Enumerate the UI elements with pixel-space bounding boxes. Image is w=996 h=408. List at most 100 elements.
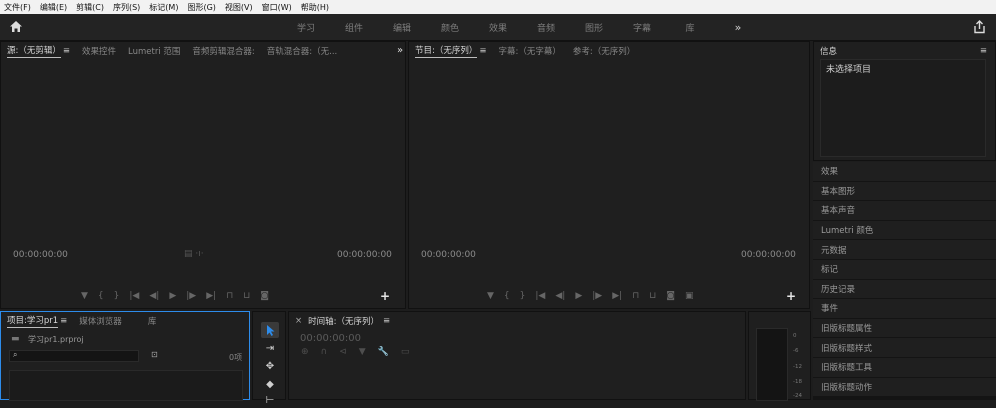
workspace-tab-editing[interactable]: 编辑	[378, 21, 426, 34]
menu-help[interactable]: 帮助(H)	[301, 2, 329, 13]
go-to-out-icon[interactable]: ▶|	[612, 291, 622, 301]
slip-tool-icon[interactable]: ⊢	[261, 392, 279, 408]
tab-reference[interactable]: 参考:（无序列）	[573, 45, 635, 57]
menu-marker[interactable]: 标记(M)	[149, 2, 178, 13]
tab-media-browser[interactable]: 媒体浏览器	[79, 315, 122, 327]
lift-icon[interactable]: ⊓	[632, 291, 639, 301]
info-title[interactable]: 信息	[820, 45, 837, 57]
close-icon[interactable]: ×	[295, 316, 302, 326]
export-frame-icon[interactable]: ◙	[260, 291, 269, 301]
side-panel-legacy-title-styles[interactable]: 旧版标题样式	[813, 338, 996, 358]
tab-program[interactable]: 节目:（无序列）	[415, 44, 478, 58]
tab-audio-track-mixer[interactable]: 音轨混合器:（无...	[267, 45, 337, 57]
menu-file[interactable]: 文件(F)	[4, 2, 31, 13]
mark-in-icon[interactable]: {	[98, 291, 104, 301]
side-panel-lumetri-color[interactable]: Lumetri 颜色	[813, 220, 996, 241]
side-panel-metadata[interactable]: 元数据	[813, 240, 996, 260]
source-more-button[interactable]: »	[397, 45, 403, 56]
workspace-tab-color[interactable]: 颜色	[426, 21, 474, 34]
snap-icon[interactable]: ∩	[321, 347, 328, 357]
menu-sequence[interactable]: 序列(S)	[113, 2, 140, 13]
info-panel: 信息 ≡ 未选择项目	[813, 41, 996, 161]
side-panel-legacy-title-properties[interactable]: 旧版标题属性	[813, 318, 996, 339]
go-to-out-icon[interactable]: ▶|	[206, 291, 216, 301]
tab-project[interactable]: 项目:学习pr1	[7, 314, 59, 328]
panel-menu-icon[interactable]: ≡	[63, 46, 70, 56]
workspace-tab-learn[interactable]: 学习	[282, 21, 330, 34]
project-search-input[interactable]: ⌕	[9, 350, 139, 362]
menu-window[interactable]: 窗口(W)	[262, 2, 292, 13]
tab-libraries[interactable]: 库	[148, 315, 157, 327]
export-frame-icon[interactable]: ◙	[666, 291, 675, 301]
tab-audio-clip-mixer[interactable]: 音频剪辑混合器:	[192, 45, 254, 57]
go-to-in-icon[interactable]: |◀	[535, 291, 545, 301]
tab-captions[interactable]: 字幕:（无字幕）	[499, 45, 561, 57]
workspace-tab-assembly[interactable]: 组件	[330, 21, 378, 34]
side-panel-essential-graphics[interactable]: 基本图形	[813, 181, 996, 202]
menu-edit[interactable]: 编辑(E)	[40, 2, 67, 13]
tab-source[interactable]: 源:（无剪辑）	[7, 44, 61, 58]
side-panel-markers[interactable]: 标记	[813, 259, 996, 280]
menu-clip[interactable]: 剪辑(C)	[76, 2, 104, 13]
go-to-in-icon[interactable]: |◀	[129, 291, 139, 301]
settings-icon[interactable]: ▤ ·ı·	[184, 249, 204, 259]
workspace-more-button[interactable]: »	[714, 21, 762, 34]
side-panel-effects[interactable]: 效果	[813, 162, 996, 182]
tab-lumetri-scopes[interactable]: Lumetri 范围	[128, 45, 180, 57]
meter-tick-6: -6	[793, 348, 799, 354]
track-select-icon[interactable]: ⇥	[261, 340, 279, 356]
add-marker-icon[interactable]: ▼	[81, 291, 88, 301]
meter-tick-24: -24	[793, 393, 802, 399]
side-panel-events[interactable]: 事件	[813, 299, 996, 319]
ripple-edit-icon[interactable]: ✥	[261, 358, 279, 374]
play-icon[interactable]: ▶	[575, 291, 582, 301]
home-icon[interactable]	[9, 20, 23, 36]
mark-in-icon[interactable]: {	[504, 291, 510, 301]
share-icon[interactable]	[973, 20, 986, 37]
info-content: 未选择项目	[820, 59, 986, 157]
linked-selection-icon[interactable]: ⊲	[339, 347, 347, 357]
program-timecode-left[interactable]: 00:00:00:00	[421, 250, 476, 260]
step-back-icon[interactable]: ◀|	[555, 291, 565, 301]
menu-graphics[interactable]: 图形(G)	[187, 2, 215, 13]
wrench-icon[interactable]: 🔧	[378, 347, 389, 357]
workspace-tab-audio[interactable]: 音频	[522, 21, 570, 34]
source-timecode-left[interactable]: 00:00:00:00	[13, 250, 68, 260]
insert-icon[interactable]: ⊓	[226, 291, 233, 301]
add-marker-icon[interactable]: ▼	[359, 347, 366, 357]
tab-effect-controls[interactable]: 效果控件	[82, 45, 116, 57]
extract-icon[interactable]: ⊔	[649, 291, 656, 301]
program-add-button[interactable]: +	[786, 289, 796, 303]
new-search-bin-icon[interactable]: ⊡	[151, 350, 158, 359]
razor-tool-icon[interactable]: ◆	[261, 376, 279, 392]
timeline-timecode[interactable]: 00:00:00:00	[300, 333, 361, 344]
panel-menu-icon[interactable]: ≡	[383, 316, 390, 326]
side-panel-essential-sound[interactable]: 基本声音	[813, 201, 996, 221]
step-forward-icon[interactable]: |▶	[592, 291, 602, 301]
workspace-tab-captions[interactable]: 字幕	[618, 21, 666, 34]
side-panel-legacy-title-tools[interactable]: 旧版标题工具	[813, 357, 996, 378]
mark-out-icon[interactable]: }	[520, 291, 526, 301]
panel-menu-icon[interactable]: ≡	[60, 316, 67, 326]
side-panel-history[interactable]: 历史记录	[813, 279, 996, 300]
panel-menu-icon[interactable]: ≡	[980, 46, 987, 56]
captions-icon[interactable]: ▭	[401, 347, 410, 357]
add-marker-icon[interactable]: ▼	[487, 291, 494, 301]
source-add-button[interactable]: +	[380, 289, 390, 303]
workspace-tab-graphics[interactable]: 图形	[570, 21, 618, 34]
step-back-icon[interactable]: ◀|	[149, 291, 159, 301]
panel-menu-icon[interactable]: ≡	[479, 46, 486, 56]
selection-tool-icon[interactable]	[261, 322, 279, 338]
timeline-title[interactable]: 时间轴:（无序列）	[308, 315, 379, 327]
overwrite-icon[interactable]: ⊔	[243, 291, 250, 301]
side-panel-legacy-title-actions[interactable]: 旧版标题动作	[813, 377, 996, 398]
play-icon[interactable]: ▶	[169, 291, 176, 301]
step-forward-icon[interactable]: |▶	[186, 291, 196, 301]
menu-view[interactable]: 视图(V)	[225, 2, 253, 13]
nest-icon[interactable]: ⊕	[301, 347, 309, 357]
comparison-view-icon[interactable]: ▣	[685, 291, 694, 301]
workspace-tab-effects[interactable]: 效果	[474, 21, 522, 34]
project-items-area[interactable]	[9, 370, 243, 401]
mark-out-icon[interactable]: }	[114, 291, 120, 301]
workspace-tab-libraries[interactable]: 库	[666, 21, 714, 34]
